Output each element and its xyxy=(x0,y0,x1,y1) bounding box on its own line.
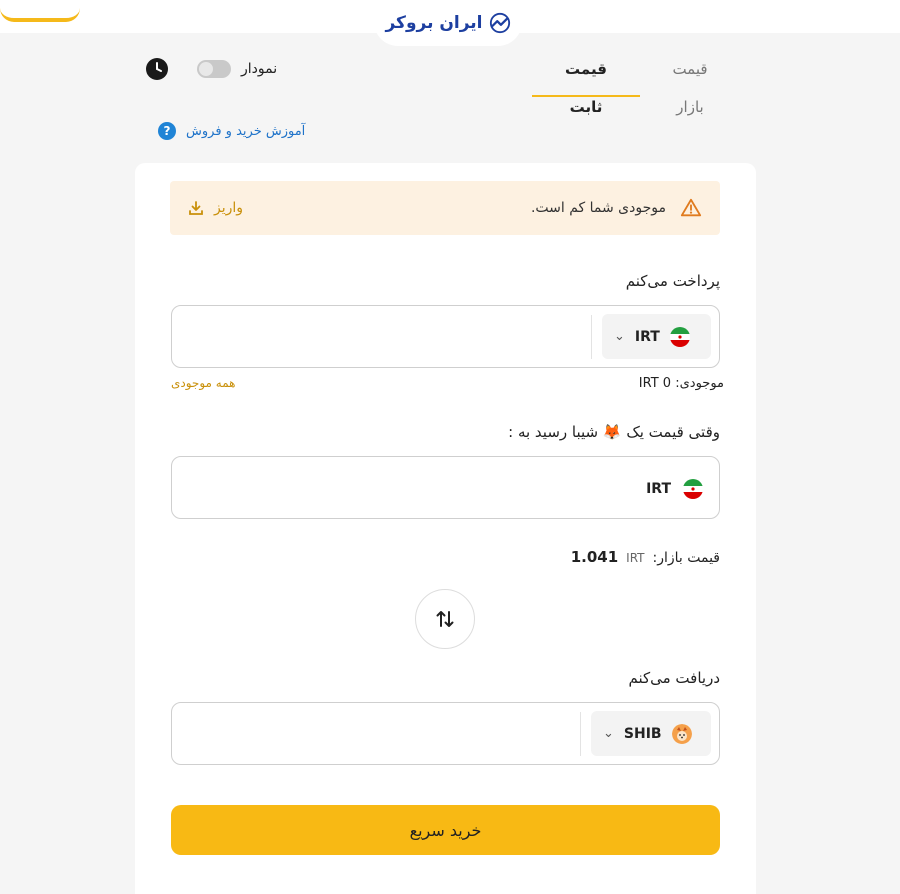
tutorial-link-text: آموزش خرید و فروش xyxy=(186,123,306,139)
market-price-currency: IRT xyxy=(626,551,645,565)
market-price-value: 1.041 xyxy=(570,548,619,566)
quick-buy-button[interactable]: خرید سریع xyxy=(171,805,720,855)
target-price-label: وقتی قیمت یک 🦊 شیبا رسید به : xyxy=(508,423,720,441)
balance-label: موجودی: xyxy=(675,376,724,391)
clock-icon[interactable] xyxy=(145,57,169,81)
pay-amount-field: IRT ⌄ xyxy=(171,305,720,368)
tab-market-price[interactable]: قیمت بازار xyxy=(640,50,740,116)
target-price-field: IRT xyxy=(171,456,720,519)
receive-label: دریافت می‌کنم xyxy=(628,669,720,687)
deposit-label: واریز xyxy=(214,200,244,216)
pay-amount-input[interactable] xyxy=(182,316,582,358)
receive-currency-code: SHIB xyxy=(623,725,662,742)
target-price-input[interactable] xyxy=(182,467,582,509)
chart-toggle-label: نمودار xyxy=(241,61,278,77)
chart-toggle-group: نمودار xyxy=(145,57,277,81)
field-divider xyxy=(591,315,592,359)
iran-flag-icon xyxy=(683,478,703,499)
warning-icon xyxy=(680,198,702,217)
field-divider xyxy=(580,712,581,756)
chevron-down-icon: ⌄ xyxy=(603,726,614,741)
balance-currency: IRT xyxy=(638,376,659,391)
top-accent-bar xyxy=(0,0,80,22)
pay-currency-select[interactable]: IRT ⌄ xyxy=(602,314,711,359)
pay-label: پرداخت می‌کنم xyxy=(625,272,720,290)
chart-toggle[interactable] xyxy=(197,60,231,78)
deposit-button[interactable]: واریز xyxy=(188,200,243,216)
target-price-currency: IRT xyxy=(646,457,703,520)
balance-info: موجودی: IRT 0 xyxy=(639,376,724,391)
target-price-currency-code: IRT xyxy=(646,480,671,497)
all-balance-button[interactable]: همه موجودی xyxy=(171,376,236,391)
tutorial-link[interactable]: ? آموزش خرید و فروش xyxy=(158,122,305,140)
receive-amount-input[interactable] xyxy=(182,713,582,755)
market-price-info: قیمت بازار: IRT 1.041 xyxy=(571,548,720,566)
iran-flag-icon xyxy=(669,326,690,347)
logo-text: ایران بروکر xyxy=(385,13,483,33)
shib-coin-icon xyxy=(671,723,692,744)
tab-fixed-price[interactable]: قیمت ثابت xyxy=(532,50,640,116)
order-card: موجودی شما کم است. واریز پرداخت می‌کنم I… xyxy=(135,163,756,894)
alert-text: موجودی شما کم است. xyxy=(530,200,666,216)
brand-logo[interactable]: ایران بروکر xyxy=(374,0,522,46)
help-icon: ? xyxy=(158,122,176,140)
receive-currency-select[interactable]: SHIB ⌄ xyxy=(591,711,711,756)
swap-button[interactable] xyxy=(415,589,475,649)
price-type-tabs: قیمت بازار قیمت ثابت xyxy=(532,50,740,116)
alert-message: موجودی شما کم است. xyxy=(531,197,702,219)
market-price-label: قیمت بازار: xyxy=(652,550,721,566)
download-icon xyxy=(189,201,203,215)
low-balance-alert: موجودی شما کم است. واریز xyxy=(170,181,720,235)
receive-amount-field: SHIB ⌄ xyxy=(171,702,720,765)
logo-chart-icon xyxy=(489,12,510,34)
pay-currency-code: IRT xyxy=(634,328,660,345)
swap-icon xyxy=(436,611,454,627)
chevron-down-icon: ⌄ xyxy=(614,329,625,344)
balance-value: 0 xyxy=(662,376,672,391)
balance-row: موجودی: IRT 0 همه موجودی xyxy=(171,376,724,391)
